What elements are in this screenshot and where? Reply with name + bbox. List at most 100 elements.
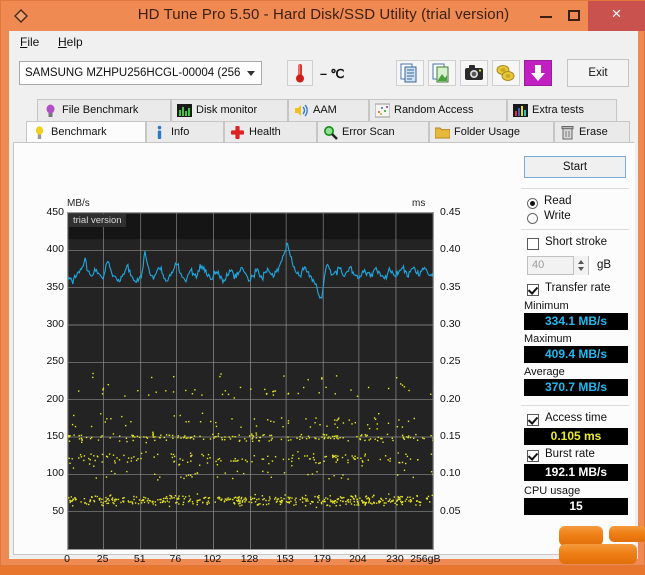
bar-chart-icon bbox=[177, 103, 192, 118]
plot-area: trial version bbox=[67, 212, 434, 550]
tab-label: Error Scan bbox=[342, 122, 395, 142]
client-area: File Help SAMSUNG MZHPU256HCGL-00004 (25… bbox=[9, 31, 638, 559]
stepper-buttons[interactable] bbox=[573, 256, 588, 275]
tab-row-lower: Benchmark Info Health Error Scan Folder Usag… bbox=[9, 121, 638, 143]
drive-select[interactable]: SAMSUNG MZHPU256HCGL-00004 (256 bbox=[19, 61, 262, 85]
tab-erase[interactable]: Erase bbox=[554, 121, 630, 143]
y-axis-left-ticks: 50100150200250300350400450 bbox=[14, 212, 64, 550]
maximize-button[interactable] bbox=[560, 1, 588, 31]
screenshot-button[interactable] bbox=[460, 60, 488, 86]
tab-label: Benchmark bbox=[51, 122, 107, 142]
copy-icon bbox=[397, 61, 423, 85]
tab-random-access[interactable]: Random Access bbox=[369, 99, 507, 121]
short-stroke-stepper[interactable]: 40 bbox=[527, 256, 589, 275]
y-tick-right: 0.25 bbox=[435, 355, 488, 367]
hd-tune-window: HD Tune Pro 5.50 - Hard Disk/SSD Utility… bbox=[0, 0, 645, 566]
maximum-label: Maximum bbox=[524, 333, 572, 345]
temperature-value: – ℃ bbox=[320, 66, 344, 81]
exit-button[interactable]: Exit bbox=[567, 59, 629, 87]
x-tick: 25 bbox=[97, 553, 109, 565]
divider-2 bbox=[521, 229, 629, 230]
tab-label: File Benchmark bbox=[62, 100, 138, 120]
menu-help-rest: elp bbox=[67, 35, 83, 49]
y-tick-left: 300 bbox=[16, 318, 64, 330]
checkbox-access-time-label: Access time bbox=[545, 412, 607, 424]
x-tick: 76 bbox=[170, 553, 182, 565]
title-bar: HD Tune Pro 5.50 - Hard Disk/SSD Utility… bbox=[1, 1, 645, 31]
y-tick-left: 400 bbox=[16, 243, 64, 255]
y-tick-right: 0.30 bbox=[435, 318, 488, 330]
download-button[interactable] bbox=[524, 60, 552, 86]
checkbox-burst-rate-label: Burst rate bbox=[545, 448, 595, 460]
y-tick-right: 0.20 bbox=[435, 393, 488, 405]
benchmark-chart: MB/s ms 50100150200250300350400450 0.050… bbox=[14, 143, 511, 554]
tab-label: Health bbox=[249, 122, 281, 142]
x-tick: 256gB bbox=[410, 553, 440, 565]
access-time-value: 0.105 ms bbox=[551, 429, 602, 443]
y-axis-unit-left: MB/s bbox=[67, 198, 90, 209]
chevron-down-icon bbox=[247, 71, 255, 76]
temperature-button[interactable] bbox=[287, 60, 313, 86]
tab-file-benchmark[interactable]: File Benchmark bbox=[37, 99, 171, 121]
y-axis-right-ticks: 0.050.100.150.200.250.300.350.400.45 bbox=[435, 212, 495, 550]
bulb-yellow-icon bbox=[32, 125, 47, 140]
radio-read-label: Read bbox=[544, 195, 572, 207]
menu-file-rest: ile bbox=[27, 35, 39, 49]
close-button[interactable]: × bbox=[588, 1, 645, 31]
tab-health[interactable]: Health bbox=[224, 121, 317, 143]
magnifier-icon bbox=[323, 125, 338, 140]
y-tick-left: 100 bbox=[16, 467, 64, 479]
y-tick-right: 0.40 bbox=[435, 243, 488, 255]
donate-button[interactable] bbox=[492, 60, 520, 86]
copy-image-button[interactable] bbox=[428, 60, 456, 86]
tab-info[interactable]: Info bbox=[146, 121, 224, 143]
tab-benchmark[interactable]: Benchmark bbox=[26, 121, 146, 143]
cpu-usage-label: CPU usage bbox=[524, 485, 580, 497]
tab-row-upper: File Benchmark Disk monitorAAM Random Acce… bbox=[9, 99, 638, 121]
stepper-up-icon bbox=[578, 260, 584, 264]
cpu-usage-value-box: 15 bbox=[524, 498, 628, 515]
minimize-icon bbox=[540, 16, 552, 18]
x-tick: 0 bbox=[64, 553, 70, 565]
bulb-purple-icon bbox=[43, 103, 58, 118]
cpu-usage-value: 15 bbox=[569, 499, 582, 513]
minimize-button[interactable] bbox=[532, 1, 560, 31]
menu-file[interactable]: File bbox=[15, 34, 44, 50]
maximize-icon bbox=[568, 10, 580, 21]
burst-rate-value: 192.1 MB/s bbox=[545, 465, 607, 479]
drive-select-value: SAMSUNG MZHPU256HCGL-00004 (256 bbox=[25, 67, 240, 79]
x-tick: 153 bbox=[276, 553, 294, 565]
radio-write-label: Write bbox=[544, 210, 571, 222]
tab-folder-usage[interactable]: Folder Usage bbox=[429, 121, 554, 143]
minimum-value-box: 334.1 MB/s bbox=[524, 313, 628, 330]
minimum-value: 334.1 MB/s bbox=[545, 314, 607, 328]
tab-label: Erase bbox=[579, 122, 608, 142]
copy-button[interactable] bbox=[396, 60, 424, 86]
tab-extra-tests[interactable]: Extra tests bbox=[507, 99, 617, 121]
x-tick: 51 bbox=[134, 553, 146, 565]
tab-aam[interactable]: AAM bbox=[288, 99, 369, 121]
menu-help[interactable]: Help bbox=[53, 34, 88, 50]
checkbox-short-stroke-icon bbox=[527, 238, 539, 250]
menu-bar: File Help bbox=[9, 31, 638, 54]
tab-label: Folder Usage bbox=[454, 122, 520, 142]
tab-error-scan[interactable]: Error Scan bbox=[317, 121, 429, 143]
average-value: 370.7 MB/s bbox=[545, 380, 607, 394]
checkbox-transfer-rate-icon bbox=[527, 284, 539, 296]
coins-icon bbox=[493, 61, 519, 85]
maximum-value: 409.4 MB/s bbox=[545, 347, 607, 361]
start-button[interactable]: Start bbox=[524, 156, 626, 178]
checkbox-short-stroke-label: Short stroke bbox=[545, 236, 607, 248]
tab-label: Extra tests bbox=[532, 100, 584, 120]
short-stroke-unit: gB bbox=[597, 259, 611, 271]
y-tick-right: 0.45 bbox=[435, 206, 488, 218]
minimum-label: Minimum bbox=[524, 300, 569, 312]
tab-label: Random Access bbox=[394, 100, 473, 120]
x-tick: 179 bbox=[313, 553, 331, 565]
access-time-value-box: 0.105 ms bbox=[524, 428, 628, 445]
tab-disk-monitor[interactable]: Disk monitor bbox=[171, 99, 288, 121]
folder-icon bbox=[435, 125, 450, 140]
plot-svg bbox=[68, 213, 433, 549]
radio-write-icon bbox=[527, 213, 538, 224]
stepper-down-icon bbox=[578, 267, 584, 271]
